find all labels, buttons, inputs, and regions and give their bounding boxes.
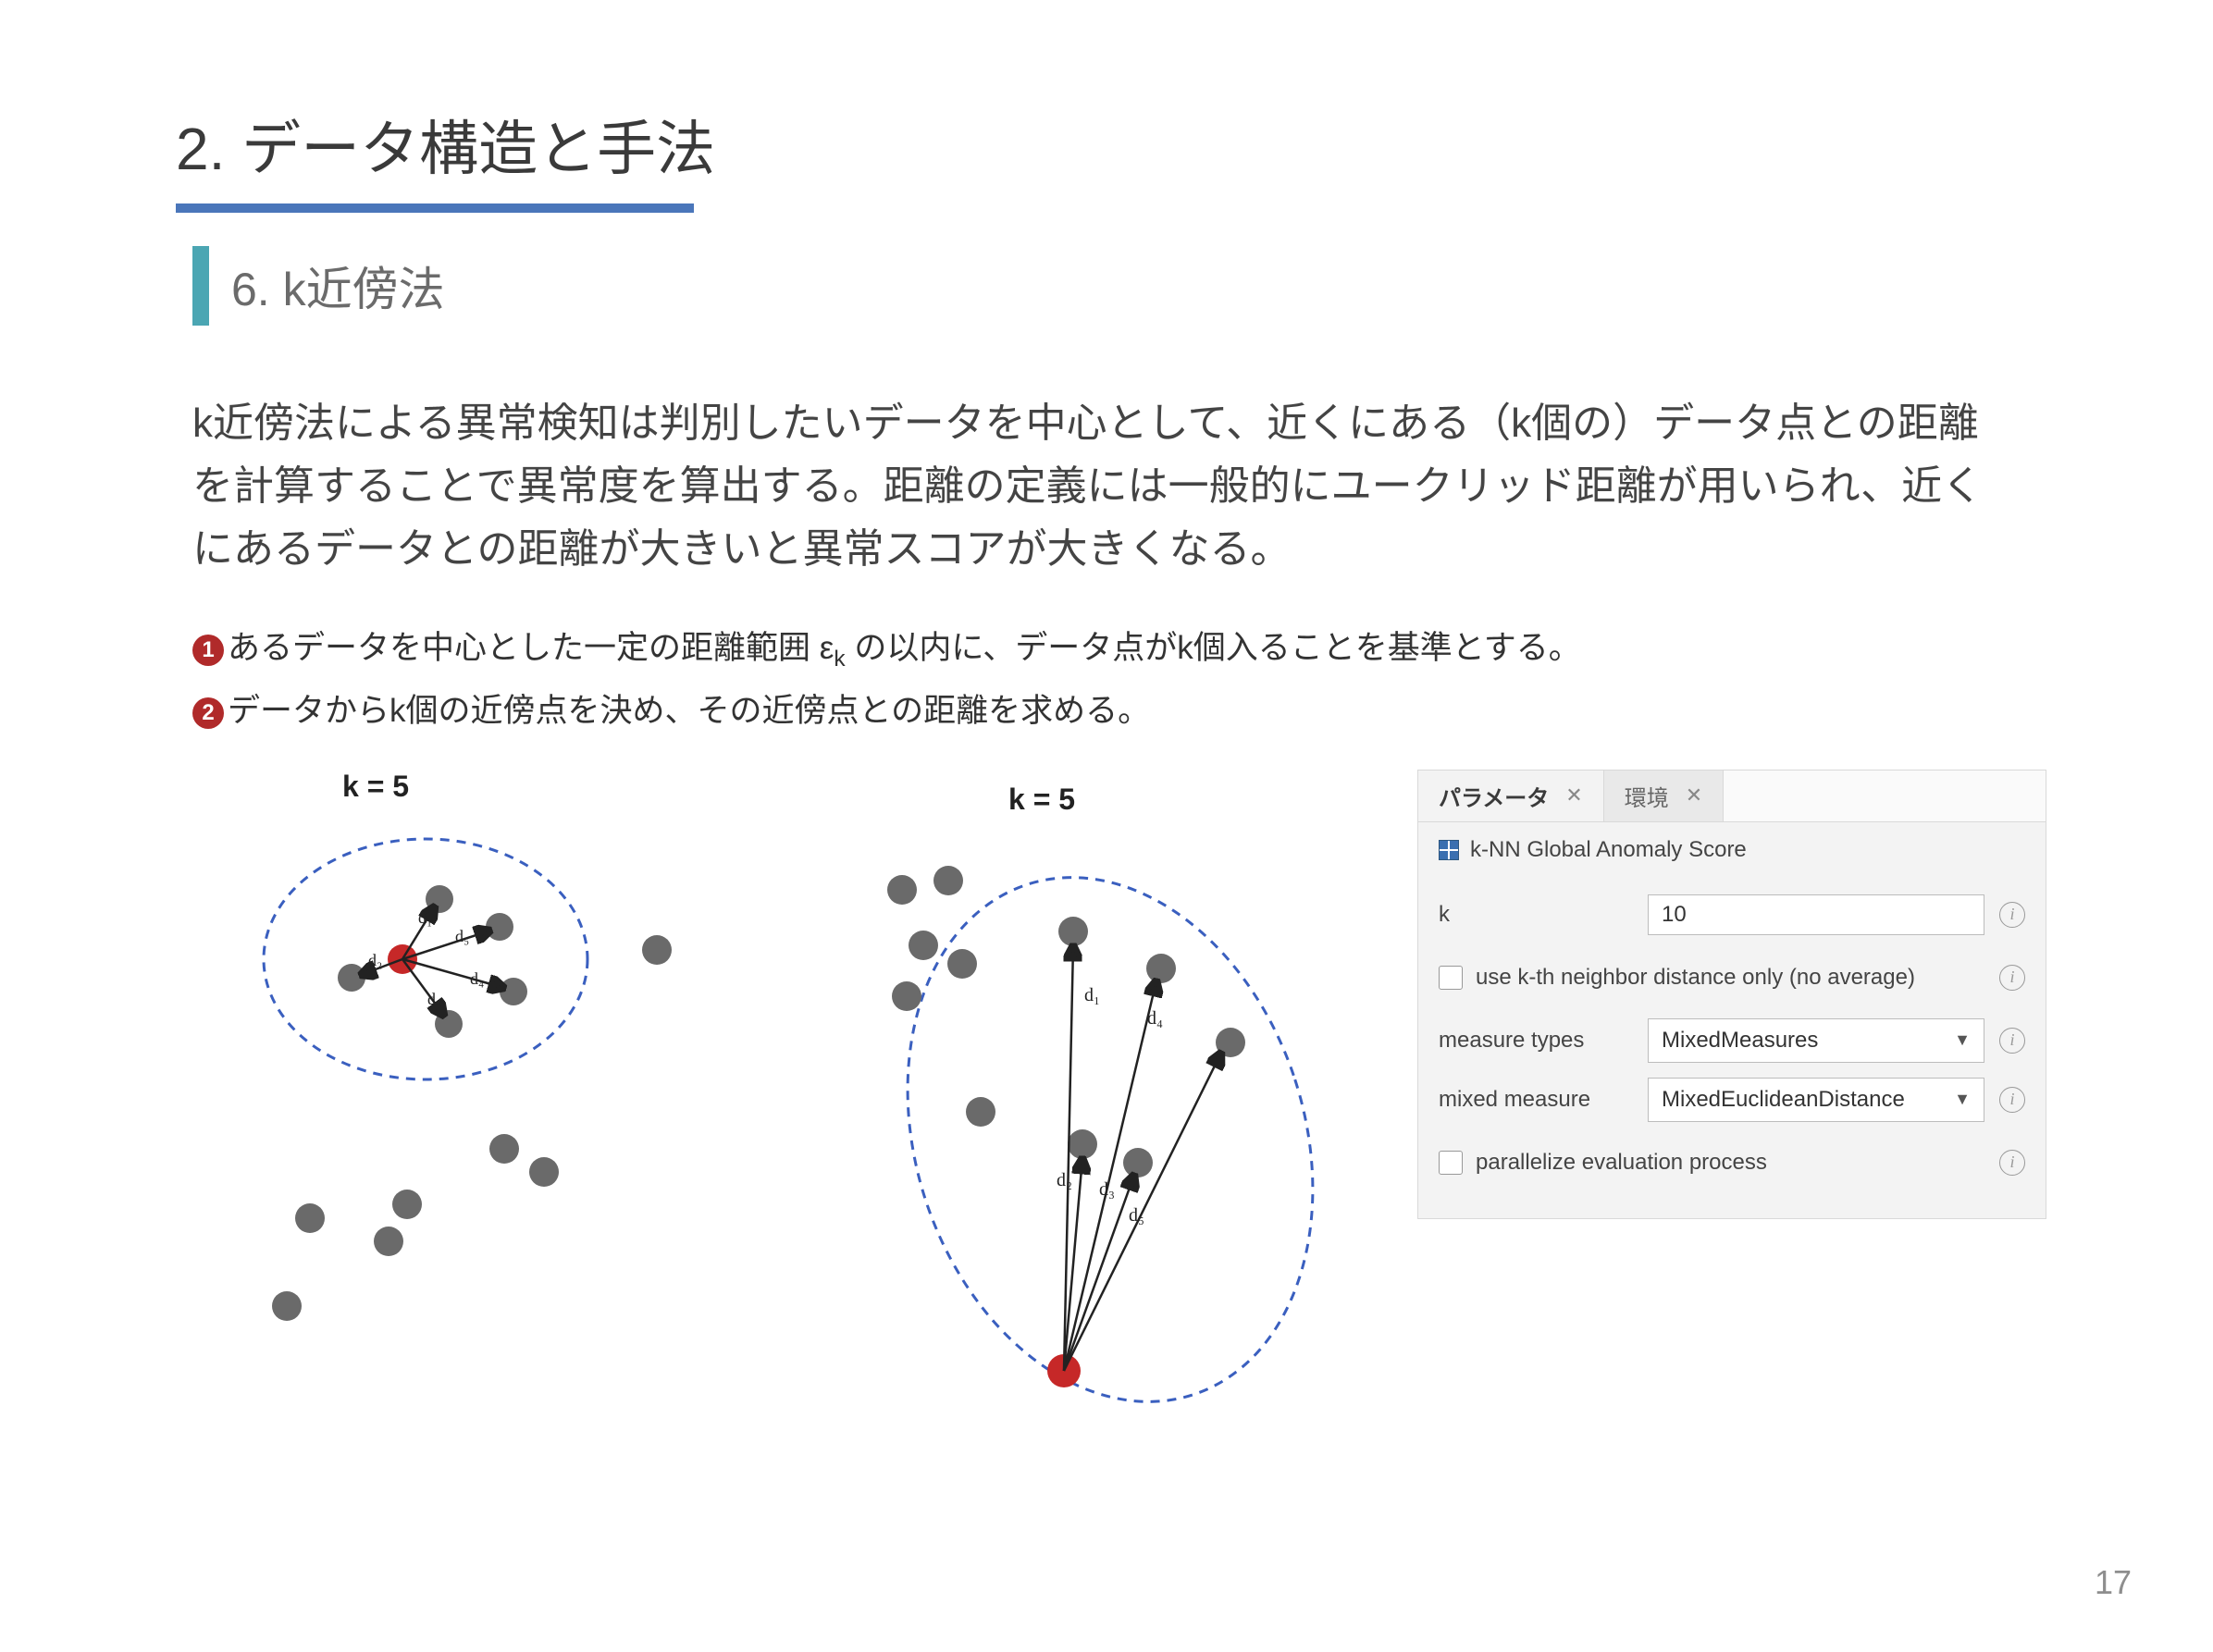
info-icon[interactable]: i bbox=[1999, 902, 2025, 928]
row-k: k i bbox=[1439, 885, 2025, 944]
row-mixed-measure: mixed measure MixedEuclideanDistance ▼ i bbox=[1439, 1070, 2025, 1129]
title-underline bbox=[176, 203, 694, 213]
info-icon[interactable]: i bbox=[1999, 1150, 2025, 1176]
checkbox-kth-only[interactable] bbox=[1439, 966, 1463, 990]
figure-right-diagram: d₁ d₄ d₂ d₃ d₅ bbox=[842, 825, 1360, 1473]
bullet-1-text-pre: あるデータを中心とした一定の距離範囲 ε bbox=[228, 630, 834, 666]
svg-text:d₄: d₄ bbox=[1147, 1008, 1163, 1029]
subsection-accent-bar bbox=[192, 246, 209, 326]
section-title: 2. データ構造と手法 bbox=[176, 102, 2037, 187]
label-k: k bbox=[1439, 902, 1633, 928]
figure-area: k = 5 k = 5 bbox=[176, 770, 2037, 1473]
operator-header: k-NN Global Anomaly Score bbox=[1439, 837, 2025, 863]
bullet-badge-2: 2 bbox=[192, 697, 224, 729]
info-icon[interactable]: i bbox=[1999, 1028, 2025, 1054]
svg-text:d₅: d₅ bbox=[455, 927, 469, 945]
svg-text:d₂: d₂ bbox=[368, 951, 382, 969]
checkbox-parallel[interactable] bbox=[1439, 1151, 1463, 1175]
tab-parameters[interactable]: パラメータ ✕ bbox=[1418, 771, 1604, 821]
svg-text:d₃: d₃ bbox=[427, 990, 441, 1008]
panel-tabs: パラメータ ✕ 環境 ✕ bbox=[1418, 771, 2046, 822]
page-number: 17 bbox=[2095, 1563, 2132, 1602]
chevron-down-icon: ▼ bbox=[1954, 1030, 1971, 1050]
tab-environment-label: 環境 bbox=[1625, 780, 1669, 812]
parameters-panel: パラメータ ✕ 環境 ✕ k-NN Global Anomaly Score k… bbox=[1417, 770, 2046, 1219]
chevron-down-icon: ▼ bbox=[1954, 1090, 1971, 1109]
svg-text:d₄: d₄ bbox=[470, 969, 484, 988]
row-parallel: parallelize evaluation process i bbox=[1439, 1129, 2025, 1196]
svg-text:d₅: d₅ bbox=[1129, 1205, 1144, 1226]
select-measure-types[interactable]: MixedMeasures ▼ bbox=[1648, 1018, 1984, 1063]
bullet-1-subscript: k bbox=[834, 647, 845, 672]
bullet-1: 1あるデータを中心とした一定の距離範囲 εk の以内に、データ点がk個入ることを… bbox=[192, 624, 2037, 677]
label-measure-types: measure types bbox=[1439, 1028, 1633, 1054]
body-paragraph: k近傍法による異常検知は判別したいデータを中心として、近くにある（k個の）データ… bbox=[192, 392, 2000, 582]
select-mixed-measure[interactable]: MixedEuclideanDistance ▼ bbox=[1648, 1078, 1984, 1122]
figure-left-label: k = 5 bbox=[342, 770, 409, 804]
svg-text:d₂: d₂ bbox=[1057, 1170, 1072, 1190]
label-parallel: parallelize evaluation process bbox=[1476, 1150, 1986, 1176]
svg-text:d₁: d₁ bbox=[418, 908, 432, 927]
panel-body: k-NN Global Anomaly Score k i use k-th n… bbox=[1418, 822, 2046, 1218]
label-mixed-measure: mixed measure bbox=[1439, 1087, 1633, 1113]
bullet-1-text-post: の以内に、データ点がk個入ることを基準とする。 bbox=[846, 630, 1581, 666]
label-kth-only: use k-th neighbor distance only (no aver… bbox=[1476, 965, 1986, 991]
close-icon[interactable]: ✕ bbox=[1565, 783, 1582, 808]
figure-right-label: k = 5 bbox=[1008, 783, 1075, 817]
subsection-row: 6. k近傍法 bbox=[192, 246, 2037, 326]
info-icon[interactable]: i bbox=[1999, 965, 2025, 991]
tab-environment[interactable]: 環境 ✕ bbox=[1604, 771, 1724, 821]
row-kth-only: use k-th neighbor distance only (no aver… bbox=[1439, 944, 2025, 1011]
svg-text:d₁: d₁ bbox=[1084, 985, 1100, 1005]
operator-name: k-NN Global Anomaly Score bbox=[1470, 837, 1747, 863]
info-icon[interactable]: i bbox=[1999, 1087, 2025, 1113]
input-k[interactable] bbox=[1648, 894, 1984, 935]
operator-icon bbox=[1439, 840, 1459, 860]
bullet-2-text: データからk個の近傍点を決め、その近傍点との距離を求める。 bbox=[228, 693, 1150, 729]
row-measure-types: measure types MixedMeasures ▼ i bbox=[1439, 1011, 2025, 1070]
bullet-2: 2データからk個の近傍点を決め、その近傍点との距離を求める。 bbox=[192, 687, 2037, 736]
select-measure-types-value: MixedMeasures bbox=[1662, 1028, 1818, 1054]
svg-text:d₃: d₃ bbox=[1099, 1179, 1115, 1200]
subsection-title: 6. k近傍法 bbox=[231, 253, 445, 319]
bullet-badge-1: 1 bbox=[192, 635, 224, 666]
figure-left-diagram: d₁ d₅ d₄ d₃ d₂ bbox=[213, 807, 712, 1325]
select-mixed-measure-value: MixedEuclideanDistance bbox=[1662, 1087, 1905, 1113]
tab-parameters-label: パラメータ bbox=[1439, 780, 1549, 812]
close-icon[interactable]: ✕ bbox=[1686, 783, 1702, 808]
